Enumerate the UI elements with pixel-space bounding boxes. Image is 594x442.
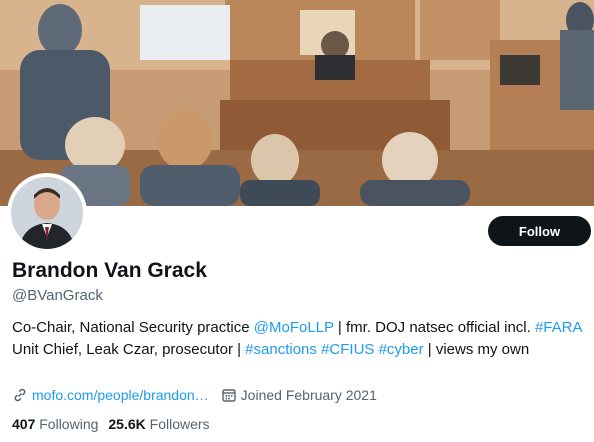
bio-text: | fmr. DOJ natsec official incl. — [333, 319, 535, 336]
followers-label: Followers — [149, 416, 210, 432]
joined-item: Joined February 2021 — [221, 387, 377, 403]
following-count: 407 — [12, 416, 36, 432]
link-icon — [14, 388, 26, 402]
following-stat[interactable]: 407 Following — [12, 416, 98, 432]
profile-name: Brandon Van Grack — [12, 259, 207, 282]
joined-date: Joined February 2021 — [240, 387, 377, 403]
follow-button[interactable]: Follow — [488, 216, 591, 246]
hashtag-link[interactable]: #sanctions — [245, 341, 317, 358]
bio-text: Unit Chief, Leak Czar, prosecutor | — [12, 341, 246, 358]
profile-handle: @BVanGrack — [12, 287, 103, 304]
profile-bio: Co-Chair, National Security practice @Mo… — [12, 317, 590, 361]
calendar-icon — [221, 389, 236, 402]
profile-stats: 407 Following 25.6K Followers — [12, 416, 220, 432]
profile-banner[interactable] — [0, 0, 594, 206]
following-label: Following — [39, 416, 99, 432]
profile-meta: mofo.com/people/brandon… Joined February… — [12, 387, 389, 403]
hashtag-link[interactable]: #FARA — [535, 319, 582, 336]
bio-text: Co-Chair, National Security practice — [12, 319, 254, 336]
bio-mention-link[interactable]: @MoFoLLP — [254, 319, 334, 336]
website-item: mofo.com/people/brandon… — [12, 387, 209, 403]
followers-stat[interactable]: 25.6K Followers — [108, 416, 209, 432]
profile-avatar[interactable] — [7, 173, 87, 253]
hashtag-link[interactable]: #CFIUS — [321, 341, 374, 358]
website-link[interactable]: mofo.com/people/brandon… — [32, 387, 209, 403]
avatar-image — [11, 177, 83, 249]
followers-count: 25.6K — [108, 416, 146, 432]
hashtag-link[interactable]: #cyber — [379, 341, 424, 358]
bio-text: | views my own — [423, 341, 530, 358]
